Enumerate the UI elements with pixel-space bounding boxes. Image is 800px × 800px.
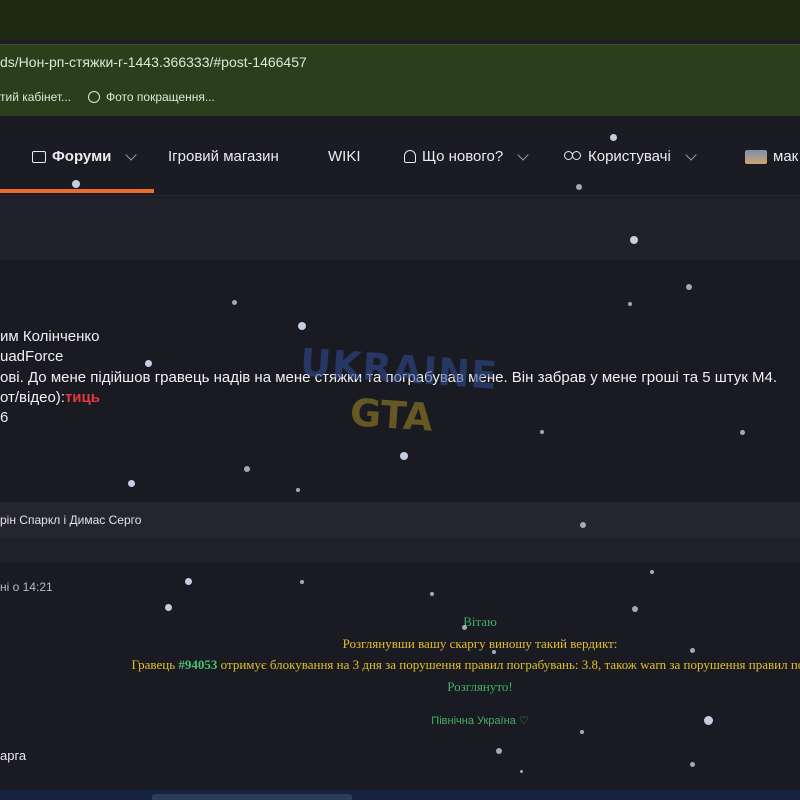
reply-greeting: Вітаю — [463, 614, 497, 629]
bell-icon — [404, 150, 416, 163]
snowflake — [650, 570, 654, 574]
snowflake — [244, 466, 250, 472]
browser-tab-strip — [0, 0, 800, 40]
active-tab-indicator — [0, 189, 154, 193]
proof-label: от/відео): — [0, 389, 65, 406]
nav-account[interactable]: мак — [745, 148, 798, 165]
post-line-description: ові. До мене підійшов гравець надів на м… — [0, 369, 778, 386]
snowflake — [462, 625, 467, 630]
openai-icon — [88, 91, 100, 103]
nav-users[interactable]: Користувачі — [564, 148, 697, 165]
verdict-text: отримує блокування на 3 дня за порушення… — [217, 657, 800, 672]
snowflake — [185, 578, 192, 585]
snowflake — [145, 360, 152, 367]
content-header-band — [0, 198, 800, 260]
nav-shop[interactable]: Ігровий магазин — [168, 148, 279, 165]
snowflake — [704, 716, 713, 725]
forum-nav: Форуми Ігровий магазин WIKI Що нового? К… — [0, 118, 800, 196]
nav-users-label: Користувачі — [588, 148, 671, 165]
chevron-down-icon[interactable] — [685, 148, 697, 161]
reactions-text[interactable]: рін Спаркл і Димас Серго — [0, 513, 141, 527]
snowflake — [296, 488, 300, 492]
snowflake — [520, 770, 523, 773]
moderator-reply: ні о 14:21 Вітаю Розглянувши вашу скаргу… — [0, 562, 800, 790]
reply-intro: Розглянувши вашу скаргу виношу такий вер… — [342, 636, 618, 651]
snowflake — [686, 284, 692, 290]
reply-verdict: Гравець #94053 отримує блокування на 3 д… — [0, 657, 800, 673]
reply-signature: Північна Україна ♡ — [431, 715, 529, 727]
snowflake — [232, 300, 237, 305]
nav-forums[interactable]: Форуми — [32, 148, 138, 165]
chevron-down-icon[interactable] — [517, 148, 529, 161]
bookmark-label: тий кабінет... — [0, 90, 72, 104]
snowflake — [580, 730, 584, 734]
reply-author[interactable]: арга — [0, 748, 26, 763]
snowflake — [165, 604, 172, 611]
bookmark-photo[interactable]: Фото покращення... — [88, 90, 215, 104]
verdict-prefix: Гравець — [131, 657, 179, 672]
snowflake — [630, 236, 638, 244]
post-line-extra: 6 — [0, 409, 9, 426]
snowflake — [128, 480, 135, 487]
nav-wiki[interactable]: WIKI — [328, 148, 361, 165]
snowflake — [690, 648, 695, 653]
bookmark-cabinet[interactable]: тий кабінет... — [0, 90, 71, 104]
chat-icon — [32, 150, 46, 163]
post-line-faction: uadForce — [0, 348, 64, 365]
snowflake — [430, 592, 434, 596]
nav-shop-label: Ігровий магазин — [168, 148, 279, 165]
snowflake — [540, 430, 544, 434]
snowflake — [628, 302, 632, 306]
snowflake — [298, 322, 306, 330]
bookmarks-bar: тий кабінет... Фото покращення... — [0, 78, 800, 116]
avatar-icon — [745, 149, 767, 164]
address-bar[interactable]: ds/Нон-рп-стяжки-г-1443.366333/#post-146… — [0, 44, 800, 78]
snowflake — [72, 180, 80, 188]
proof-link[interactable]: тиць — [65, 389, 100, 406]
verdict-player-id: #94053 — [178, 657, 218, 672]
reply-date[interactable]: ні о 14:21 — [0, 580, 53, 594]
snowflake — [690, 762, 695, 767]
nav-forums-label: Форуми — [52, 148, 112, 165]
os-taskbar — [0, 790, 800, 800]
post-line-name: им Колінченко — [0, 328, 100, 345]
snowflake — [496, 748, 502, 754]
nav-whats-new-label: Що нового? — [422, 148, 504, 165]
post-line-proof: от/відео):тиць — [0, 389, 100, 406]
reply-status: Розглянуто! — [447, 679, 513, 694]
snowflake — [576, 184, 582, 190]
snowflake — [740, 430, 745, 435]
users-icon — [564, 150, 582, 163]
nav-account-label: мак — [773, 148, 799, 165]
snowflake — [400, 452, 408, 460]
snowflake — [300, 580, 304, 584]
chevron-down-icon[interactable] — [125, 148, 138, 161]
snowflake — [580, 522, 586, 528]
nav-wiki-label: WIKI — [328, 148, 361, 165]
nav-whats-new[interactable]: Що нового? — [404, 148, 529, 165]
snowflake — [632, 606, 638, 612]
post-separator — [0, 538, 800, 562]
complaint-post: им Колінченко uadForce ові. До мене піді… — [0, 260, 800, 502]
reactions-bar: рін Спаркл і Димас Серго — [0, 502, 800, 538]
snowflake — [492, 650, 496, 654]
taskbar-window-button[interactable] — [152, 794, 352, 800]
snowflake — [610, 134, 617, 141]
bookmark-label: Фото покращення... — [106, 90, 215, 104]
url-text[interactable]: ds/Нон-рп-стяжки-г-1443.366333/#post-146… — [0, 54, 307, 70]
